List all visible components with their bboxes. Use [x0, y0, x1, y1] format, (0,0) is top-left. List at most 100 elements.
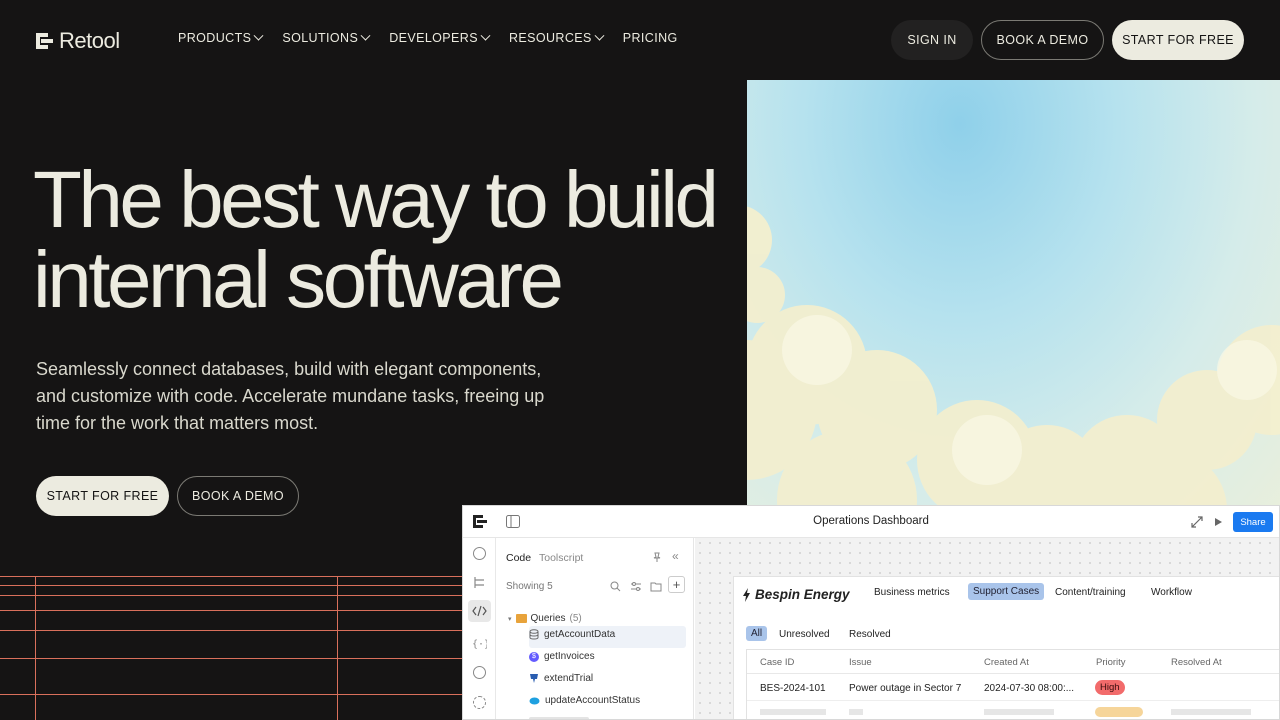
- add-query-button[interactable]: +: [668, 576, 685, 593]
- cell-created: 2024-07-30 08:00:...: [984, 683, 1075, 694]
- book-demo-button[interactable]: BOOK A DEMO: [981, 20, 1104, 60]
- dash-tab-content-training[interactable]: Content/training: [1055, 587, 1126, 598]
- query-name: getInvoices: [544, 651, 595, 662]
- collapse-icon[interactable]: «: [672, 549, 679, 563]
- app-topbar: Operations Dashboard Share: [463, 506, 1279, 538]
- query-item[interactable]: $ getInvoices: [529, 651, 595, 662]
- query-name: updateAccountStatus: [545, 695, 641, 706]
- left-rail: {·}: [463, 538, 496, 719]
- chevron-down-icon: [253, 30, 264, 41]
- showing-count: Showing 5: [506, 581, 553, 592]
- priority-badge-partial: [1095, 707, 1143, 717]
- cell-case-id: BES-2024-101: [760, 683, 826, 694]
- table-row[interactable]: BES-2024-101 Power outage in Sector 7 20…: [747, 675, 1279, 701]
- cell-placeholder: [849, 709, 863, 715]
- hero-start-free-button[interactable]: START FOR FREE: [36, 476, 169, 516]
- pin-icon[interactable]: [652, 552, 662, 562]
- salesforce-icon: [529, 697, 540, 705]
- state-icon[interactable]: {·}: [472, 637, 487, 650]
- logo-text: Retool: [59, 28, 120, 53]
- col-created-at[interactable]: Created At: [984, 657, 1029, 668]
- query-name: getAccountData: [544, 629, 616, 640]
- folder-icon: [515, 614, 527, 623]
- nav-label: DEVELOPERS: [389, 31, 478, 45]
- clouds-graphic: [747, 206, 1280, 520]
- filter-resolved[interactable]: Resolved: [849, 629, 891, 640]
- svg-text:{·}: {·}: [472, 639, 487, 650]
- tree-icon[interactable]: [473, 576, 486, 589]
- filter-all[interactable]: All: [746, 626, 768, 641]
- col-priority[interactable]: Priority: [1096, 657, 1126, 668]
- cell-placeholder: [1171, 709, 1251, 715]
- headline-line-2: internal software: [33, 235, 564, 324]
- query-item[interactable]: extendTrial: [529, 673, 593, 684]
- code-icon: [472, 605, 487, 617]
- start-free-button[interactable]: START FOR FREE: [1112, 20, 1244, 60]
- hero-headline: The best way to build internal software: [33, 160, 753, 320]
- lightning-icon: [743, 587, 750, 602]
- cases-table: Case ID Issue Created At Priority Resolv…: [746, 649, 1279, 719]
- col-issue[interactable]: Issue: [849, 657, 872, 668]
- filter-unresolved[interactable]: Unresolved: [779, 629, 830, 640]
- expand-icon[interactable]: [1191, 516, 1203, 528]
- nav-pricing[interactable]: PRICING: [623, 31, 678, 45]
- table-header: Case ID Issue Created At Priority Resolv…: [747, 650, 1279, 674]
- nav-label: SOLUTIONS: [282, 31, 359, 45]
- query-name: extendTrial: [544, 673, 594, 684]
- dash-tab-business-metrics[interactable]: Business metrics: [874, 587, 950, 598]
- headline-line-1: The best way to build: [33, 155, 719, 244]
- queries-folder[interactable]: ▾ Queries (5): [508, 613, 582, 624]
- cell-placeholder: [984, 709, 1054, 715]
- nav-label: RESOURCES: [508, 31, 592, 45]
- dashboard-panel: Bespin Energy Business metrics Support C…: [733, 576, 1279, 719]
- dash-tab-support-cases[interactable]: Support Cases: [968, 583, 1045, 600]
- chevron-down-icon: [594, 30, 605, 41]
- nav-resources[interactable]: RESOURCES: [508, 30, 605, 45]
- settings-icon[interactable]: [473, 696, 486, 709]
- col-resolved-at[interactable]: Resolved At: [1171, 657, 1222, 668]
- sign-in-button[interactable]: SIGN IN: [891, 20, 973, 60]
- hero-subtext: Seamlessly connect databases, build with…: [36, 359, 545, 433]
- database-icon: [529, 629, 539, 640]
- nav-solutions[interactable]: SOLUTIONS: [282, 30, 371, 45]
- play-icon[interactable]: [1213, 517, 1223, 527]
- cell-placeholder: [760, 709, 826, 715]
- nav-label: PRODUCTS: [178, 31, 252, 45]
- sky-illustration: [747, 80, 1280, 520]
- history-icon[interactable]: [473, 666, 486, 679]
- query-item[interactable]: updateAccountStatus: [529, 695, 640, 706]
- app-canvas: Bespin Energy Business metrics Support C…: [695, 538, 1279, 719]
- col-case-id[interactable]: Case ID: [760, 657, 794, 668]
- service-icon: [530, 674, 538, 683]
- nav-products[interactable]: PRODUCTS: [178, 30, 264, 45]
- queries-count: (5): [569, 613, 582, 624]
- stripe-icon: $: [529, 651, 539, 662]
- new-folder-icon[interactable]: [650, 581, 662, 592]
- code-panel: Code Toolscript « Showing 5 + ▾ Queries …: [496, 538, 694, 719]
- app-preview-window: Operations Dashboard Share {·} Code Tool…: [462, 505, 1280, 720]
- cell-issue: Power outage in Sector 7: [849, 683, 962, 694]
- chevron-down-icon: [480, 30, 491, 41]
- search-icon[interactable]: [610, 581, 621, 592]
- retool-logo-icon: [36, 32, 53, 50]
- share-button[interactable]: Share: [1233, 512, 1273, 532]
- retool-logo[interactable]: Retool: [36, 28, 120, 54]
- nav-developers[interactable]: DEVELOPERS: [389, 30, 491, 45]
- tab-toolscript[interactable]: Toolscript: [539, 552, 583, 564]
- code-rail-button[interactable]: [468, 600, 491, 622]
- brand-name: Bespin Energy: [755, 587, 850, 602]
- app-title: Operations Dashboard: [813, 515, 929, 527]
- decorative-grid-lines: [0, 576, 470, 720]
- chevron-down-icon: [360, 30, 371, 41]
- caret-down-icon: ▾: [508, 615, 512, 623]
- query-item[interactable]: getAccountData: [529, 629, 615, 640]
- hero-book-demo-button[interactable]: BOOK A DEMO: [177, 476, 299, 516]
- tab-code[interactable]: Code: [506, 552, 531, 564]
- dash-tab-workflow[interactable]: Workflow: [1151, 587, 1192, 598]
- brand-logo: Bespin Energy: [742, 587, 850, 602]
- add-icon[interactable]: [473, 547, 486, 560]
- filter-icon[interactable]: [630, 581, 642, 592]
- nav-label: PRICING: [622, 31, 678, 45]
- main-nav: PRODUCTS SOLUTIONS DEVELOPERS RESOURCES …: [178, 30, 698, 45]
- priority-badge: High: [1095, 680, 1125, 695]
